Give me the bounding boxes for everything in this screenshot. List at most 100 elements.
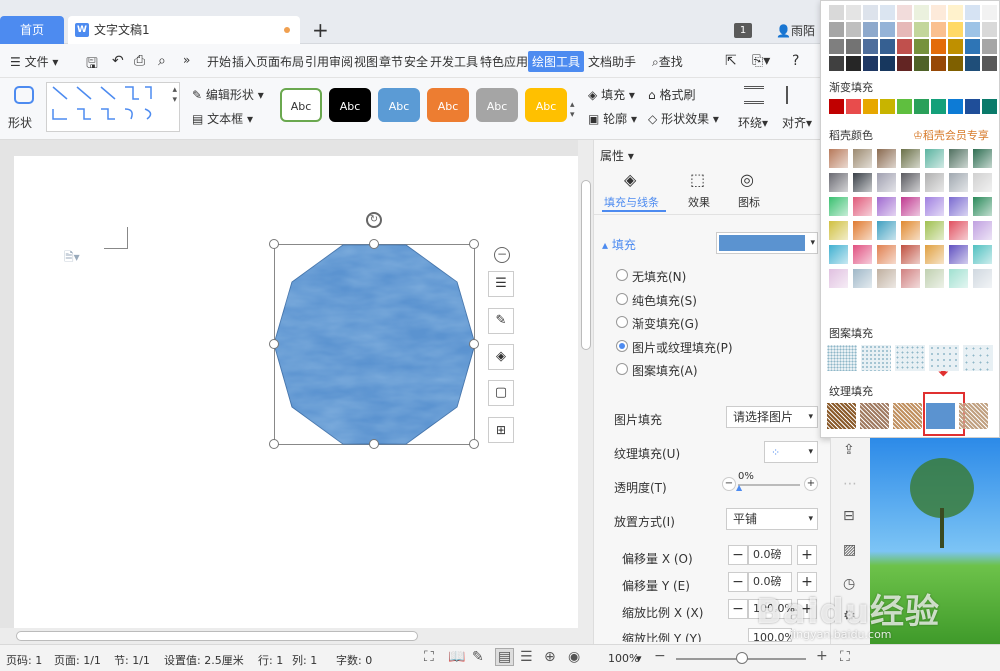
daoke-color-swatch[interactable]	[973, 269, 992, 288]
daoke-color-swatch[interactable]	[829, 245, 848, 264]
rotate-handle-icon[interactable]: ↻	[366, 212, 382, 228]
theme-color-swatch[interactable]	[982, 39, 997, 54]
zoom-dropdown-icon[interactable]: ▾	[636, 652, 642, 665]
eye-protection-icon[interactable]: ◉	[568, 649, 580, 665]
daoke-color-swatch[interactable]	[973, 221, 992, 240]
daoke-color-swatch[interactable]	[829, 197, 848, 216]
transparency-slider[interactable]	[738, 484, 800, 486]
gradient-swatch[interactable]	[931, 99, 946, 114]
gradient-swatch[interactable]	[829, 99, 844, 114]
theme-color-swatch[interactable]	[880, 56, 895, 71]
fill-button[interactable]: ◈ 填充 ▾	[588, 86, 635, 103]
web-view-icon[interactable]: ⊕	[544, 649, 556, 665]
more-tools-icon[interactable]: ⊞	[488, 417, 514, 443]
daoke-color-swatch[interactable]	[901, 197, 920, 216]
layout-options-icon[interactable]: ☰	[488, 271, 514, 297]
theme-color-swatch[interactable]	[863, 22, 878, 37]
fill-option-radio-4[interactable]	[616, 339, 628, 352]
texture-fill-swatch[interactable]	[860, 403, 889, 429]
picture-fill-dropdown[interactable]: 请选择图片 ▾	[726, 406, 818, 428]
daoke-color-swatch[interactable]	[877, 245, 896, 264]
fill-option-label-2[interactable]: 纯色填充(S)	[632, 292, 697, 309]
resize-handle[interactable]	[269, 439, 279, 449]
theme-color-swatch[interactable]	[982, 5, 997, 20]
resize-handle[interactable]	[269, 239, 279, 249]
theme-color-swatch[interactable]	[948, 56, 963, 71]
daoke-color-swatch[interactable]	[853, 173, 872, 192]
tab-effects[interactable]: ⬚ 效果	[684, 168, 720, 212]
theme-color-swatch[interactable]	[948, 22, 963, 37]
fill-section-header[interactable]: ▴ 填充	[602, 236, 636, 253]
fill-option-radio-5[interactable]	[616, 363, 628, 375]
daoke-color-swatch[interactable]	[973, 245, 992, 264]
daoke-color-swatch[interactable]	[877, 149, 896, 168]
format-brush-button[interactable]: ⌂ 格式刷	[648, 86, 695, 103]
resize-handle[interactable]	[469, 439, 479, 449]
gradient-swatch[interactable]	[914, 99, 929, 114]
menu-developer[interactable]: 开发工具	[430, 53, 478, 70]
gradient-swatch[interactable]	[965, 99, 980, 114]
theme-color-swatch[interactable]	[880, 39, 895, 54]
pen-icon[interactable]: ✎	[488, 308, 514, 334]
pattern-fill-swatch[interactable]	[963, 345, 993, 371]
user-name[interactable]: 👤雨陌	[776, 22, 815, 39]
fit-window-icon[interactable]: ⛶	[840, 649, 850, 665]
theme-color-swatch[interactable]	[829, 56, 844, 71]
theme-color-swatch[interactable]	[931, 39, 946, 54]
more-chevron-icon[interactable]: »	[183, 53, 190, 67]
theme-color-swatch[interactable]	[897, 56, 912, 71]
tab-icon[interactable]: ◎ 图标	[734, 168, 770, 212]
daoke-color-swatch[interactable]	[901, 221, 920, 240]
theme-color-swatch[interactable]	[965, 39, 980, 54]
menu-page-layout[interactable]: 页面布局	[256, 53, 304, 70]
theme-color-swatch[interactable]	[846, 22, 861, 37]
paste-options-icon[interactable]: 🗎▾	[64, 248, 80, 269]
fill-option-label-5[interactable]: 图案填充(A)	[632, 362, 698, 379]
texture-fill-dropdown[interactable]: ⁘ ▾	[764, 441, 818, 463]
daoke-color-swatch[interactable]	[925, 245, 944, 264]
menu-view[interactable]: 视图	[354, 53, 378, 70]
daoke-color-swatch[interactable]	[949, 245, 968, 264]
theme-color-swatch[interactable]	[863, 39, 878, 54]
search-menu[interactable]: ⌕查找	[652, 53, 683, 70]
daoke-color-swatch[interactable]	[877, 269, 896, 288]
collaborate-icon[interactable]: ⎘▾	[752, 53, 770, 69]
zoom-level[interactable]: 100%	[608, 652, 639, 665]
shape-style-1[interactable]: Abc	[280, 88, 322, 122]
daoke-color-swatch[interactable]	[853, 197, 872, 216]
theme-color-swatch[interactable]	[829, 22, 844, 37]
save-icon[interactable]: 🖫	[86, 53, 98, 77]
shape-button[interactable]: 形状	[8, 82, 42, 136]
zoom-out-button[interactable]: −	[654, 648, 666, 664]
menu-doc-assistant[interactable]: 文档助手	[588, 53, 636, 70]
offset-x-input[interactable]: 0.0磅	[748, 545, 792, 565]
resize-handle[interactable]	[369, 239, 379, 249]
shape-gallery[interactable]: ▴ ▾	[46, 82, 180, 132]
theme-color-swatch[interactable]	[965, 56, 980, 71]
undo-icon[interactable]: ↶	[112, 53, 124, 69]
daoke-color-swatch[interactable]	[901, 269, 920, 288]
theme-color-swatch[interactable]	[897, 22, 912, 37]
theme-color-swatch[interactable]	[863, 56, 878, 71]
theme-color-swatch[interactable]	[897, 39, 912, 54]
pattern-fill-swatch[interactable]	[929, 345, 959, 371]
gallery-scroll-icon[interactable]: ▴ ▾	[172, 85, 177, 105]
decagon-shape[interactable]	[274, 244, 475, 445]
edit-mode-icon[interactable]: ✎	[472, 649, 484, 665]
panel-scroll-thumb[interactable]	[581, 180, 591, 350]
daoke-color-swatch[interactable]	[973, 173, 992, 192]
fill-option-label-3[interactable]: 渐变填充(G)	[632, 315, 699, 332]
theme-color-swatch[interactable]	[982, 22, 997, 37]
image-icon[interactable]: ▨	[843, 542, 856, 558]
daoke-color-swatch[interactable]	[973, 197, 992, 216]
daoke-color-swatch[interactable]	[925, 221, 944, 240]
theme-color-swatch[interactable]	[829, 5, 844, 20]
collapse-toolbar-icon[interactable]: −	[494, 247, 510, 263]
daoke-color-swatch[interactable]	[901, 173, 920, 192]
resize-handle[interactable]	[369, 439, 379, 449]
theme-color-swatch[interactable]	[965, 5, 980, 20]
daoke-color-swatch[interactable]	[949, 173, 968, 192]
daoke-color-swatch[interactable]	[829, 221, 848, 240]
shape-style-6[interactable]: Abc	[525, 88, 567, 122]
shape-effect-button[interactable]: ◇ 形状效果 ▾	[648, 110, 719, 127]
